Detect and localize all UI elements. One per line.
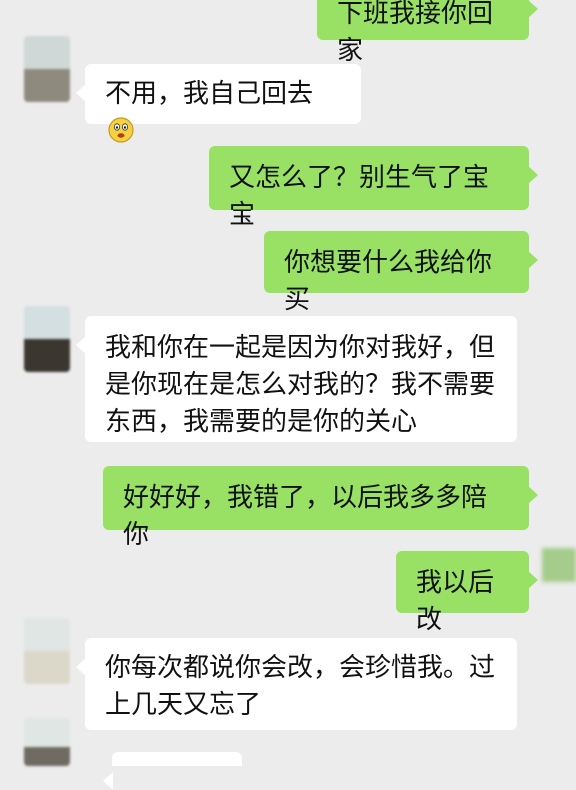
contact-avatar[interactable] bbox=[24, 306, 70, 372]
message-bubble-incoming[interactable]: 不用，我自己回去 bbox=[76, 64, 361, 143]
message-text: 我以后改 bbox=[416, 568, 495, 635]
message-text-line: 东西，我需要的是你的关心 bbox=[105, 407, 418, 437]
message-text-line: 上几天又忘了 bbox=[105, 690, 262, 720]
contact-avatar[interactable] bbox=[24, 718, 70, 766]
confused-face-emoji-icon bbox=[108, 117, 134, 143]
message-text: 好好好，我错了，以后我多多陪你 bbox=[123, 483, 488, 550]
message-bubble-incoming[interactable]: 你每次都说你会改，会珍惜我。过 上几天又忘了 bbox=[76, 638, 517, 730]
message-bubble-outgoing[interactable]: 又怎么了？别生气了宝宝 bbox=[209, 146, 538, 230]
message-text: 不用，我自己回去 bbox=[105, 79, 314, 109]
message-bubble-incoming[interactable] bbox=[103, 752, 242, 790]
contact-avatar[interactable] bbox=[24, 618, 70, 684]
message-bubble-outgoing[interactable]: 我以后改 bbox=[396, 551, 538, 635]
message-text: 下班我接你回家 bbox=[337, 0, 494, 66]
message-text-line: 你每次都说你会改，会珍惜我。过 bbox=[105, 653, 496, 683]
message-bubble-incoming[interactable]: 我和你在一起是因为你对我好，但 是你现在是怎么对我的？我不需要 东西，我需要的是… bbox=[76, 316, 517, 442]
message-bubble-outgoing[interactable]: 好好好，我错了，以后我多多陪你 bbox=[103, 466, 538, 550]
message-text-line: 我和你在一起是因为你对我好，但 bbox=[105, 333, 496, 363]
message-bubble-outgoing[interactable]: 你想要什么我给你买 bbox=[264, 231, 538, 315]
message-bubble-outgoing[interactable]: 下班我接你回家 bbox=[317, 0, 538, 66]
message-text-line: 是你现在是怎么对我的？我不需要 bbox=[105, 370, 496, 400]
contact-avatar[interactable] bbox=[24, 36, 70, 102]
blurred-avatar-edge bbox=[542, 548, 576, 582]
message-text: 你想要什么我给你买 bbox=[284, 248, 493, 315]
chat-thread: 下班我接你回家 不用，我自己回去 又怎么了？别生气了宝宝 你想要什么我给你买 我… bbox=[0, 0, 576, 790]
message-text: 又怎么了？别生气了宝宝 bbox=[229, 163, 490, 230]
